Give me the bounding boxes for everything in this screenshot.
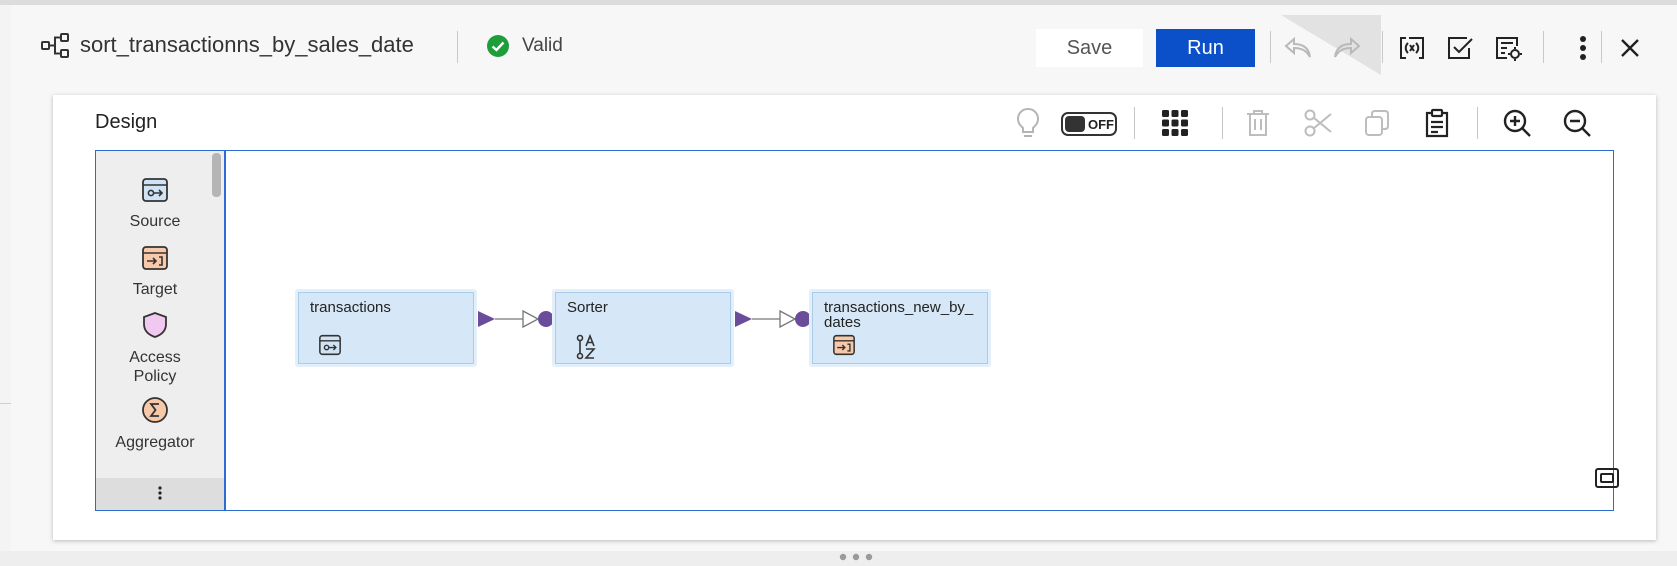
design-card: Design OFF Source Target Access Policy A…	[53, 95, 1656, 540]
sorter-icon	[575, 333, 601, 365]
zoom-in-icon[interactable]	[1501, 105, 1533, 141]
undo-icon[interactable]	[1281, 31, 1315, 65]
mapping-title: sort_transactionns_by_sales_date	[80, 32, 414, 57]
design-title: Design	[95, 111, 158, 133]
auto-layout-toggle[interactable]: OFF	[1061, 112, 1117, 136]
parameters-icon[interactable]	[1395, 31, 1429, 65]
node-label: Sorter	[567, 299, 608, 316]
validation-status: Valid	[522, 35, 563, 56]
run-button[interactable]: Run	[1156, 29, 1255, 67]
link-sorter-to-target[interactable]	[735, 309, 811, 329]
validate-icon[interactable]	[1443, 31, 1477, 65]
target-icon	[832, 334, 856, 361]
delete-icon[interactable]	[1243, 105, 1273, 141]
paste-icon[interactable]	[1421, 105, 1453, 141]
node-sorter[interactable]: Sorter	[552, 289, 734, 367]
header-divider	[457, 31, 458, 63]
source-icon	[318, 334, 342, 361]
fit-to-screen-icon[interactable]	[1594, 467, 1620, 494]
toggle-state-label: OFF	[1088, 117, 1114, 132]
lightbulb-icon[interactable]	[1013, 105, 1043, 141]
mapping-icon	[39, 30, 71, 62]
save-button[interactable]: Save	[1036, 29, 1143, 67]
close-icon[interactable]	[1613, 31, 1647, 65]
more-vertical-icon[interactable]	[1566, 31, 1600, 65]
left-rail	[0, 5, 11, 551]
mapping-editor-panel: sort_transactionns_by_sales_date Valid S…	[11, 5, 1677, 561]
redo-icon[interactable]	[1330, 31, 1364, 65]
properties-icon[interactable]	[1491, 31, 1525, 65]
copy-icon[interactable]	[1362, 105, 1392, 141]
node-label: transactions	[310, 299, 391, 316]
node-transactions-new-by-dates[interactable]: transactions_new_by_ dates	[809, 289, 991, 367]
design-canvas[interactable]: Source Target Access Policy Aggregator t…	[95, 150, 1619, 511]
arrange-grid-icon[interactable]	[1159, 105, 1191, 141]
cut-icon[interactable]	[1302, 105, 1334, 141]
node-transactions[interactable]: transactions	[295, 289, 477, 367]
node-label: transactions_new_by_ dates	[824, 299, 974, 331]
zoom-out-icon[interactable]	[1561, 105, 1593, 141]
valid-check-icon	[486, 34, 510, 58]
link-transactions-to-sorter[interactable]	[478, 309, 554, 329]
